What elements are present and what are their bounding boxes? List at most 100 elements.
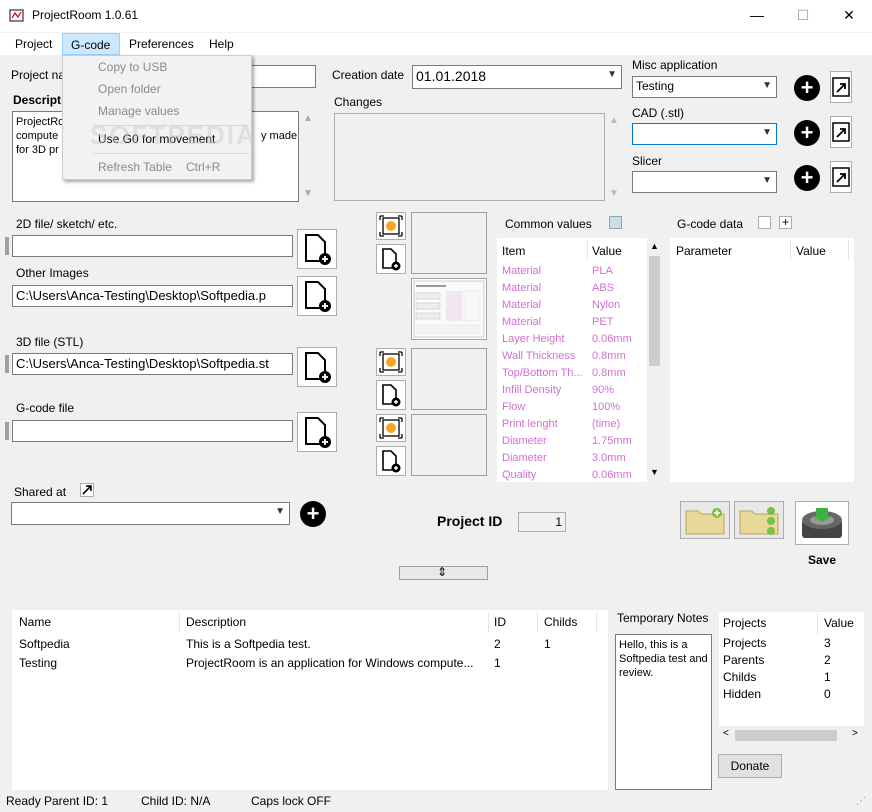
add-image-icon[interactable] xyxy=(376,380,406,410)
status-parent-id: Parent ID: 1 xyxy=(44,794,109,808)
add-image-icon[interactable] xyxy=(376,446,406,476)
add-file2d-button[interactable] xyxy=(297,229,337,269)
menu-preferences[interactable]: Preferences xyxy=(121,33,202,55)
menu-project[interactable]: Project xyxy=(7,33,60,55)
cad-select[interactable]: ▼ xyxy=(632,123,777,145)
open-slicer-icon[interactable] xyxy=(830,161,852,193)
add-cad-button[interactable]: + xyxy=(794,120,820,146)
menu-help[interactable]: Help xyxy=(201,33,242,55)
grid-row[interactable]: Material ABS xyxy=(497,280,645,297)
scroll-down-icon[interactable]: ▼ xyxy=(609,188,619,199)
menu-manage-values[interactable]: Manage values xyxy=(98,101,179,121)
open-cad-icon[interactable] xyxy=(830,116,852,148)
add-shared-button[interactable]: + xyxy=(300,501,326,527)
column-header-id[interactable]: ID xyxy=(494,611,506,633)
scroll-up-icon[interactable]: ▲ xyxy=(303,113,313,124)
new-subfolders-button[interactable] xyxy=(734,501,784,539)
chevron-down-icon: ▼ xyxy=(275,506,285,517)
grid-row[interactable]: Print lenght (time) xyxy=(497,416,645,433)
menu-copy-to-usb[interactable]: Copy to USB xyxy=(98,57,167,77)
creation-date-picker[interactable]: 01.01.2018 ▼ xyxy=(412,65,622,89)
grid-row[interactable]: Material Nylon xyxy=(497,297,645,314)
splitter-handle[interactable] xyxy=(5,355,9,373)
horizontal-splitter[interactable]: ⇕ xyxy=(399,565,488,580)
changes-textarea[interactable] xyxy=(334,113,605,201)
add-gcode-file-button[interactable] xyxy=(297,412,337,452)
gcode-file-input[interactable] xyxy=(12,420,293,442)
vertical-scrollbar[interactable]: ▲ ▼ xyxy=(647,238,662,482)
resize-grip-icon[interactable]: ⋰ xyxy=(856,796,866,807)
misc-app-select[interactable]: Testing ▼ xyxy=(632,76,777,98)
horizontal-scrollbar[interactable]: < > xyxy=(719,727,864,744)
grid-row[interactable]: Diameter 3.0mm xyxy=(497,450,645,467)
grid-row[interactable]: Infill Density 90% xyxy=(497,382,645,399)
save-button[interactable] xyxy=(795,501,849,545)
add-image-icon[interactable] xyxy=(376,244,406,274)
grid-row[interactable]: Diameter 1.75mm xyxy=(497,433,645,450)
refresh-icon[interactable] xyxy=(758,216,771,229)
grid-row[interactable]: Top/Bottom Th... 0.8mm xyxy=(497,365,645,382)
edit-values-icon[interactable] xyxy=(609,216,622,229)
column-header-description[interactable]: Description xyxy=(186,611,246,633)
grid-row[interactable]: Wall Thickness 0.8mm xyxy=(497,348,645,365)
grid-row[interactable]: Material PET xyxy=(497,314,645,331)
grid-row[interactable]: Material PLA xyxy=(497,263,645,280)
screenshot-thumbnail[interactable] xyxy=(411,278,487,340)
menu-separator xyxy=(93,153,249,154)
scroll-down-icon[interactable]: ▼ xyxy=(650,467,659,477)
resize-icon[interactable] xyxy=(376,348,406,376)
other-images-input[interactable]: C:\Users\Anca-Testing\Desktop\Softpedia.… xyxy=(12,285,293,307)
scroll-right-icon[interactable]: > xyxy=(852,728,858,739)
minimize-button[interactable]: — xyxy=(734,0,780,32)
open-misc-app-icon[interactable] xyxy=(830,71,852,103)
add-other-images-button[interactable] xyxy=(297,276,337,316)
column-header-name[interactable]: Name xyxy=(19,611,51,633)
shared-at-select[interactable]: ▼ xyxy=(11,502,290,525)
grid-cell-item: Layer Height xyxy=(502,333,565,345)
menu-bar: Project G-code Preferences Help xyxy=(0,33,872,55)
scrollbar-thumb[interactable] xyxy=(735,730,837,741)
column-header-childs[interactable]: Childs xyxy=(544,611,577,633)
grid-cell-value: PET xyxy=(592,316,614,328)
add-slicer-button[interactable]: + xyxy=(794,165,820,191)
status-ready: Ready xyxy=(6,794,41,808)
menu-open-folder[interactable]: Open folder xyxy=(98,79,161,99)
temporary-notes-textarea[interactable]: Hello, this is a Softpedia test and revi… xyxy=(615,634,712,790)
scroll-down-icon[interactable]: ▼ xyxy=(303,188,313,199)
scroll-left-icon[interactable]: < xyxy=(723,728,729,739)
gcode-thumbnail[interactable] xyxy=(411,414,487,476)
splitter-handle[interactable] xyxy=(5,237,9,255)
grid-row[interactable]: Layer Height 0.06mm xyxy=(497,331,645,348)
new-folder-button[interactable] xyxy=(680,501,730,539)
file2d-input[interactable] xyxy=(12,235,293,257)
donate-button[interactable]: Donate xyxy=(718,754,782,778)
save-label: Save xyxy=(808,553,837,567)
grid-row[interactable]: Flow 100% xyxy=(497,399,645,416)
shared-at-label: Shared at xyxy=(14,485,67,499)
stl-thumbnail[interactable] xyxy=(411,348,487,410)
add-parameter-icon[interactable]: + xyxy=(779,216,792,229)
resize-icon[interactable] xyxy=(376,212,406,240)
menu-gcode[interactable]: G-code xyxy=(62,33,120,55)
scroll-up-icon[interactable]: ▲ xyxy=(609,115,619,126)
image-thumbnail[interactable] xyxy=(411,212,487,274)
splitter-handle[interactable] xyxy=(5,422,9,440)
resize-icon[interactable] xyxy=(376,414,406,442)
stl-input[interactable]: C:\Users\Anca-Testing\Desktop\Softpedia.… xyxy=(12,353,293,375)
column-divider xyxy=(790,240,791,260)
maximize-button[interactable]: ☐ xyxy=(780,0,826,32)
grid-cell-item: Infill Density xyxy=(502,384,562,396)
close-button[interactable]: ✕ xyxy=(826,0,872,32)
slicer-select[interactable]: ▼ xyxy=(632,171,777,193)
grid-row[interactable]: Quality 0.06mm xyxy=(497,467,645,482)
scrollbar-thumb[interactable] xyxy=(649,256,660,366)
add-misc-app-button[interactable]: + xyxy=(794,75,820,101)
stats-key: Projects xyxy=(723,636,767,650)
open-shared-icon[interactable] xyxy=(80,483,94,497)
description-label: Descript xyxy=(13,93,62,107)
grid-cell-item: Material xyxy=(502,299,542,311)
stats-header-projects: Projects xyxy=(723,616,767,630)
scroll-up-icon[interactable]: ▲ xyxy=(650,241,659,251)
menu-refresh-table[interactable]: Refresh Table xyxy=(98,157,172,177)
add-stl-button[interactable] xyxy=(297,347,337,387)
